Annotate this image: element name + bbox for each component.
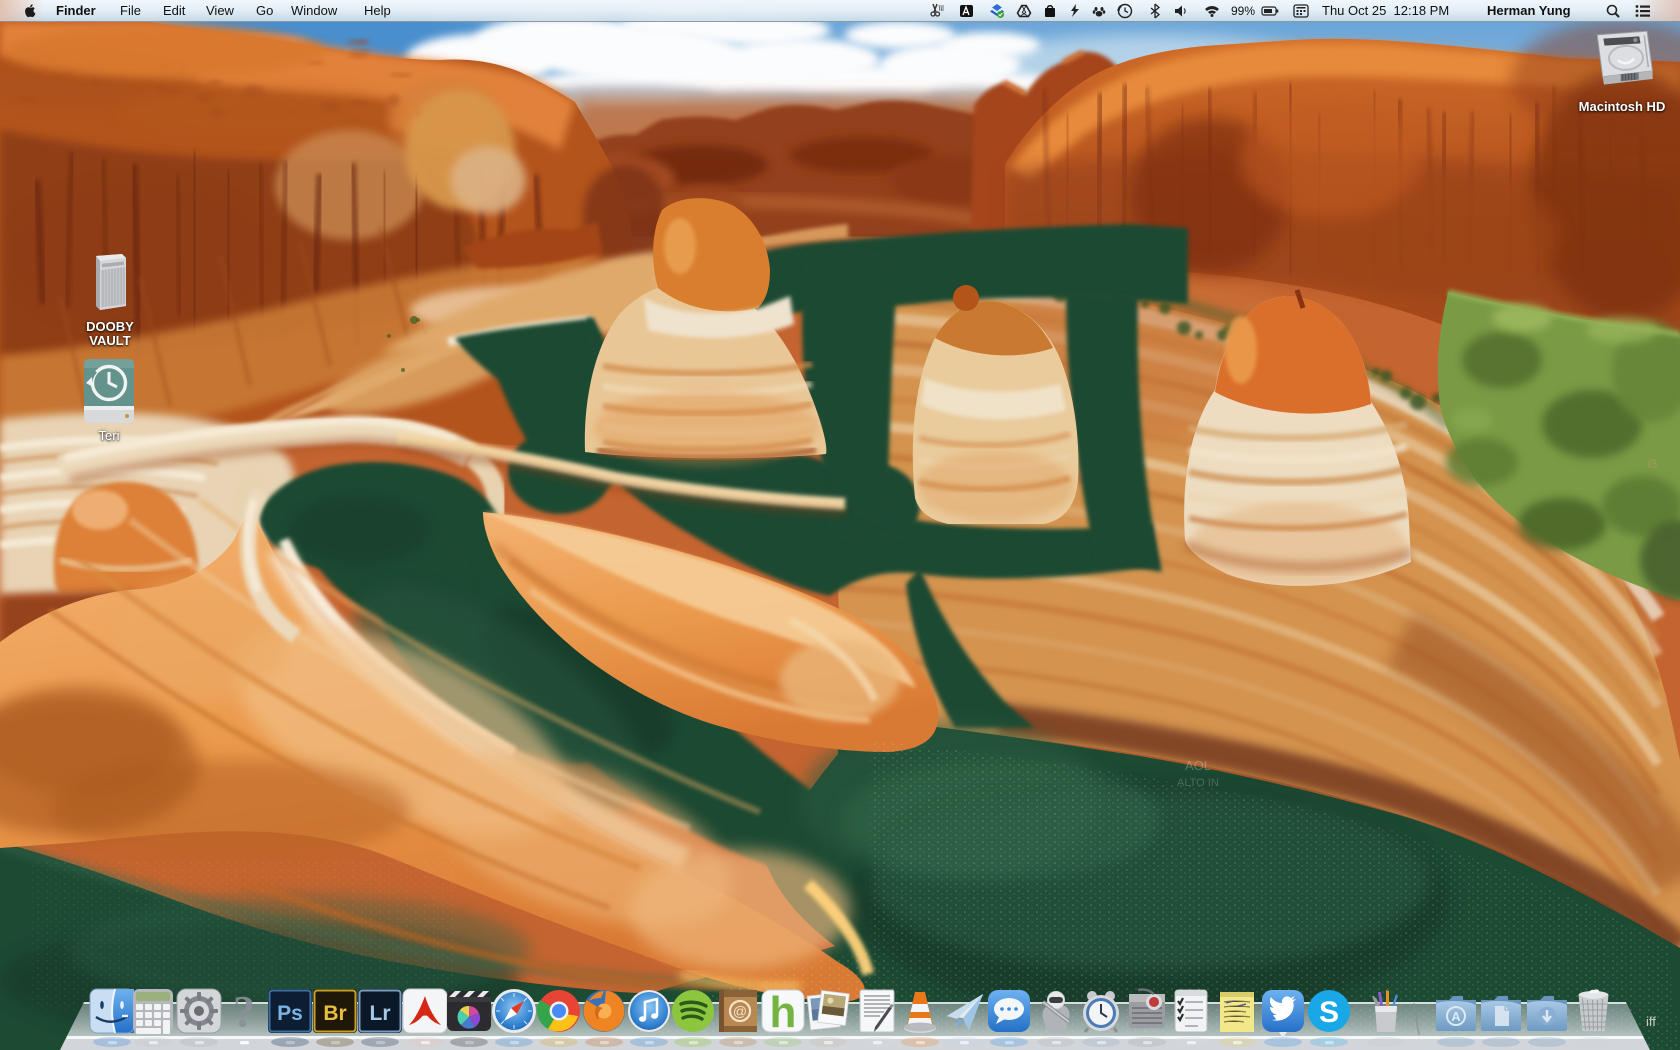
svg-text:@: @: [733, 1003, 747, 1019]
svg-text:AOL: AOL: [1185, 758, 1211, 773]
svg-text:h: h: [770, 988, 797, 1037]
svg-text:i3: i3: [1648, 457, 1658, 471]
svg-text:ALTO IN: ALTO IN: [1177, 777, 1219, 789]
svg-text:S: S: [1319, 996, 1339, 1029]
svg-text:Ps: Ps: [277, 1002, 303, 1025]
svg-text:?: ?: [233, 987, 255, 1036]
svg-text:Lr: Lr: [370, 1002, 391, 1025]
svg-text:Br: Br: [323, 1002, 346, 1025]
svg-text:A: A: [1451, 1009, 1461, 1024]
